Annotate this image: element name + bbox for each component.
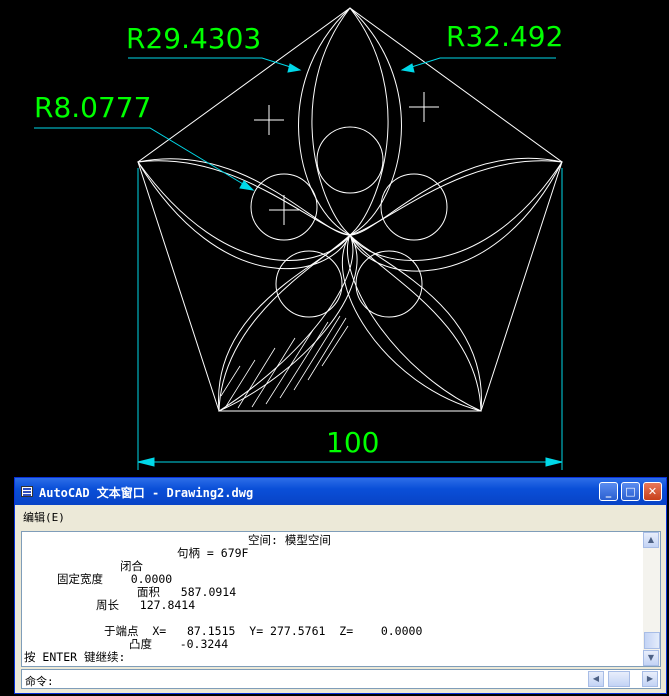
radius-label-top-right: R32.492 <box>446 20 563 53</box>
scroll-up-button[interactable]: ▲ <box>643 532 659 548</box>
history-line: 按 ENTER 键继续: <box>24 650 126 664</box>
pentagon-outline <box>137 7 563 412</box>
minimize-icon: _ <box>605 485 612 498</box>
command-prompt: 命令: <box>25 675 54 688</box>
circle-bottom-left <box>275 250 343 318</box>
autocad-text-window-icon[interactable] <box>21 486 33 497</box>
window-title: AutoCAD 文本窗口 - Drawing2.dwg <box>39 486 254 500</box>
history-line: 周长 127.8414 <box>96 598 196 612</box>
close-button[interactable]: ✕ <box>643 482 662 501</box>
pentagon-geometry <box>137 7 563 412</box>
scroll-right-button[interactable]: ▶ <box>642 671 658 687</box>
maximize-icon: □ <box>625 485 636 498</box>
scroll-thumb[interactable] <box>644 632 660 649</box>
scroll-left-button[interactable]: ◀ <box>588 671 604 687</box>
radius-label-top-left: R29.4303 <box>126 22 261 55</box>
arrow-right-icon: ▶ <box>646 674 654 683</box>
center-marks <box>254 92 439 225</box>
text-window[interactable]: AutoCAD 文本窗口 - Drawing2.dwg _ □ ✕ 编辑(E) … <box>14 477 667 694</box>
history-line: 空间: 模型空间 <box>248 533 331 547</box>
circle-bottom-right <box>355 250 423 318</box>
maximize-button[interactable]: □ <box>621 482 640 501</box>
circle-right <box>380 173 448 241</box>
close-icon: ✕ <box>647 485 658 498</box>
minimize-button[interactable]: _ <box>599 482 618 501</box>
menu-bar: 编辑(E) <box>15 505 666 527</box>
arrow-down-icon: ▼ <box>647 653 655 662</box>
inner-circles <box>250 126 448 318</box>
vertical-scrollbar[interactable]: ▲ ▼ <box>643 532 660 666</box>
history-line: 凸度 -0.3244 <box>129 637 229 651</box>
scroll-down-button[interactable]: ▼ <box>643 650 659 666</box>
horizontal-scroll-thumb[interactable] <box>608 671 630 687</box>
history-line: 句柄 = 679F <box>177 546 249 560</box>
horizontal-scrollbar[interactable]: ◀ ▶ <box>588 671 658 687</box>
menu-edit[interactable]: 编辑(E) <box>23 509 65 525</box>
title-bar[interactable]: AutoCAD 文本窗口 - Drawing2.dwg _ □ ✕ <box>15 478 666 505</box>
drawing-canvas[interactable]: R29.4303 R32.492 R8.0777 100 <box>0 0 669 475</box>
history-text-area[interactable]: 空间: 模型空间 句柄 = 679F 闭合 固定宽度 0.0000 面积 587… <box>21 531 661 667</box>
petals <box>137 7 563 412</box>
arrow-up-icon: ▲ <box>647 535 655 544</box>
circle-top <box>316 126 384 194</box>
command-line[interactable]: 命令: ◀ ▶ <box>21 669 661 689</box>
radius-label-left: R8.0777 <box>34 91 151 124</box>
arrow-left-icon: ◀ <box>592 674 600 683</box>
width-dimension-label: 100 <box>326 426 379 459</box>
